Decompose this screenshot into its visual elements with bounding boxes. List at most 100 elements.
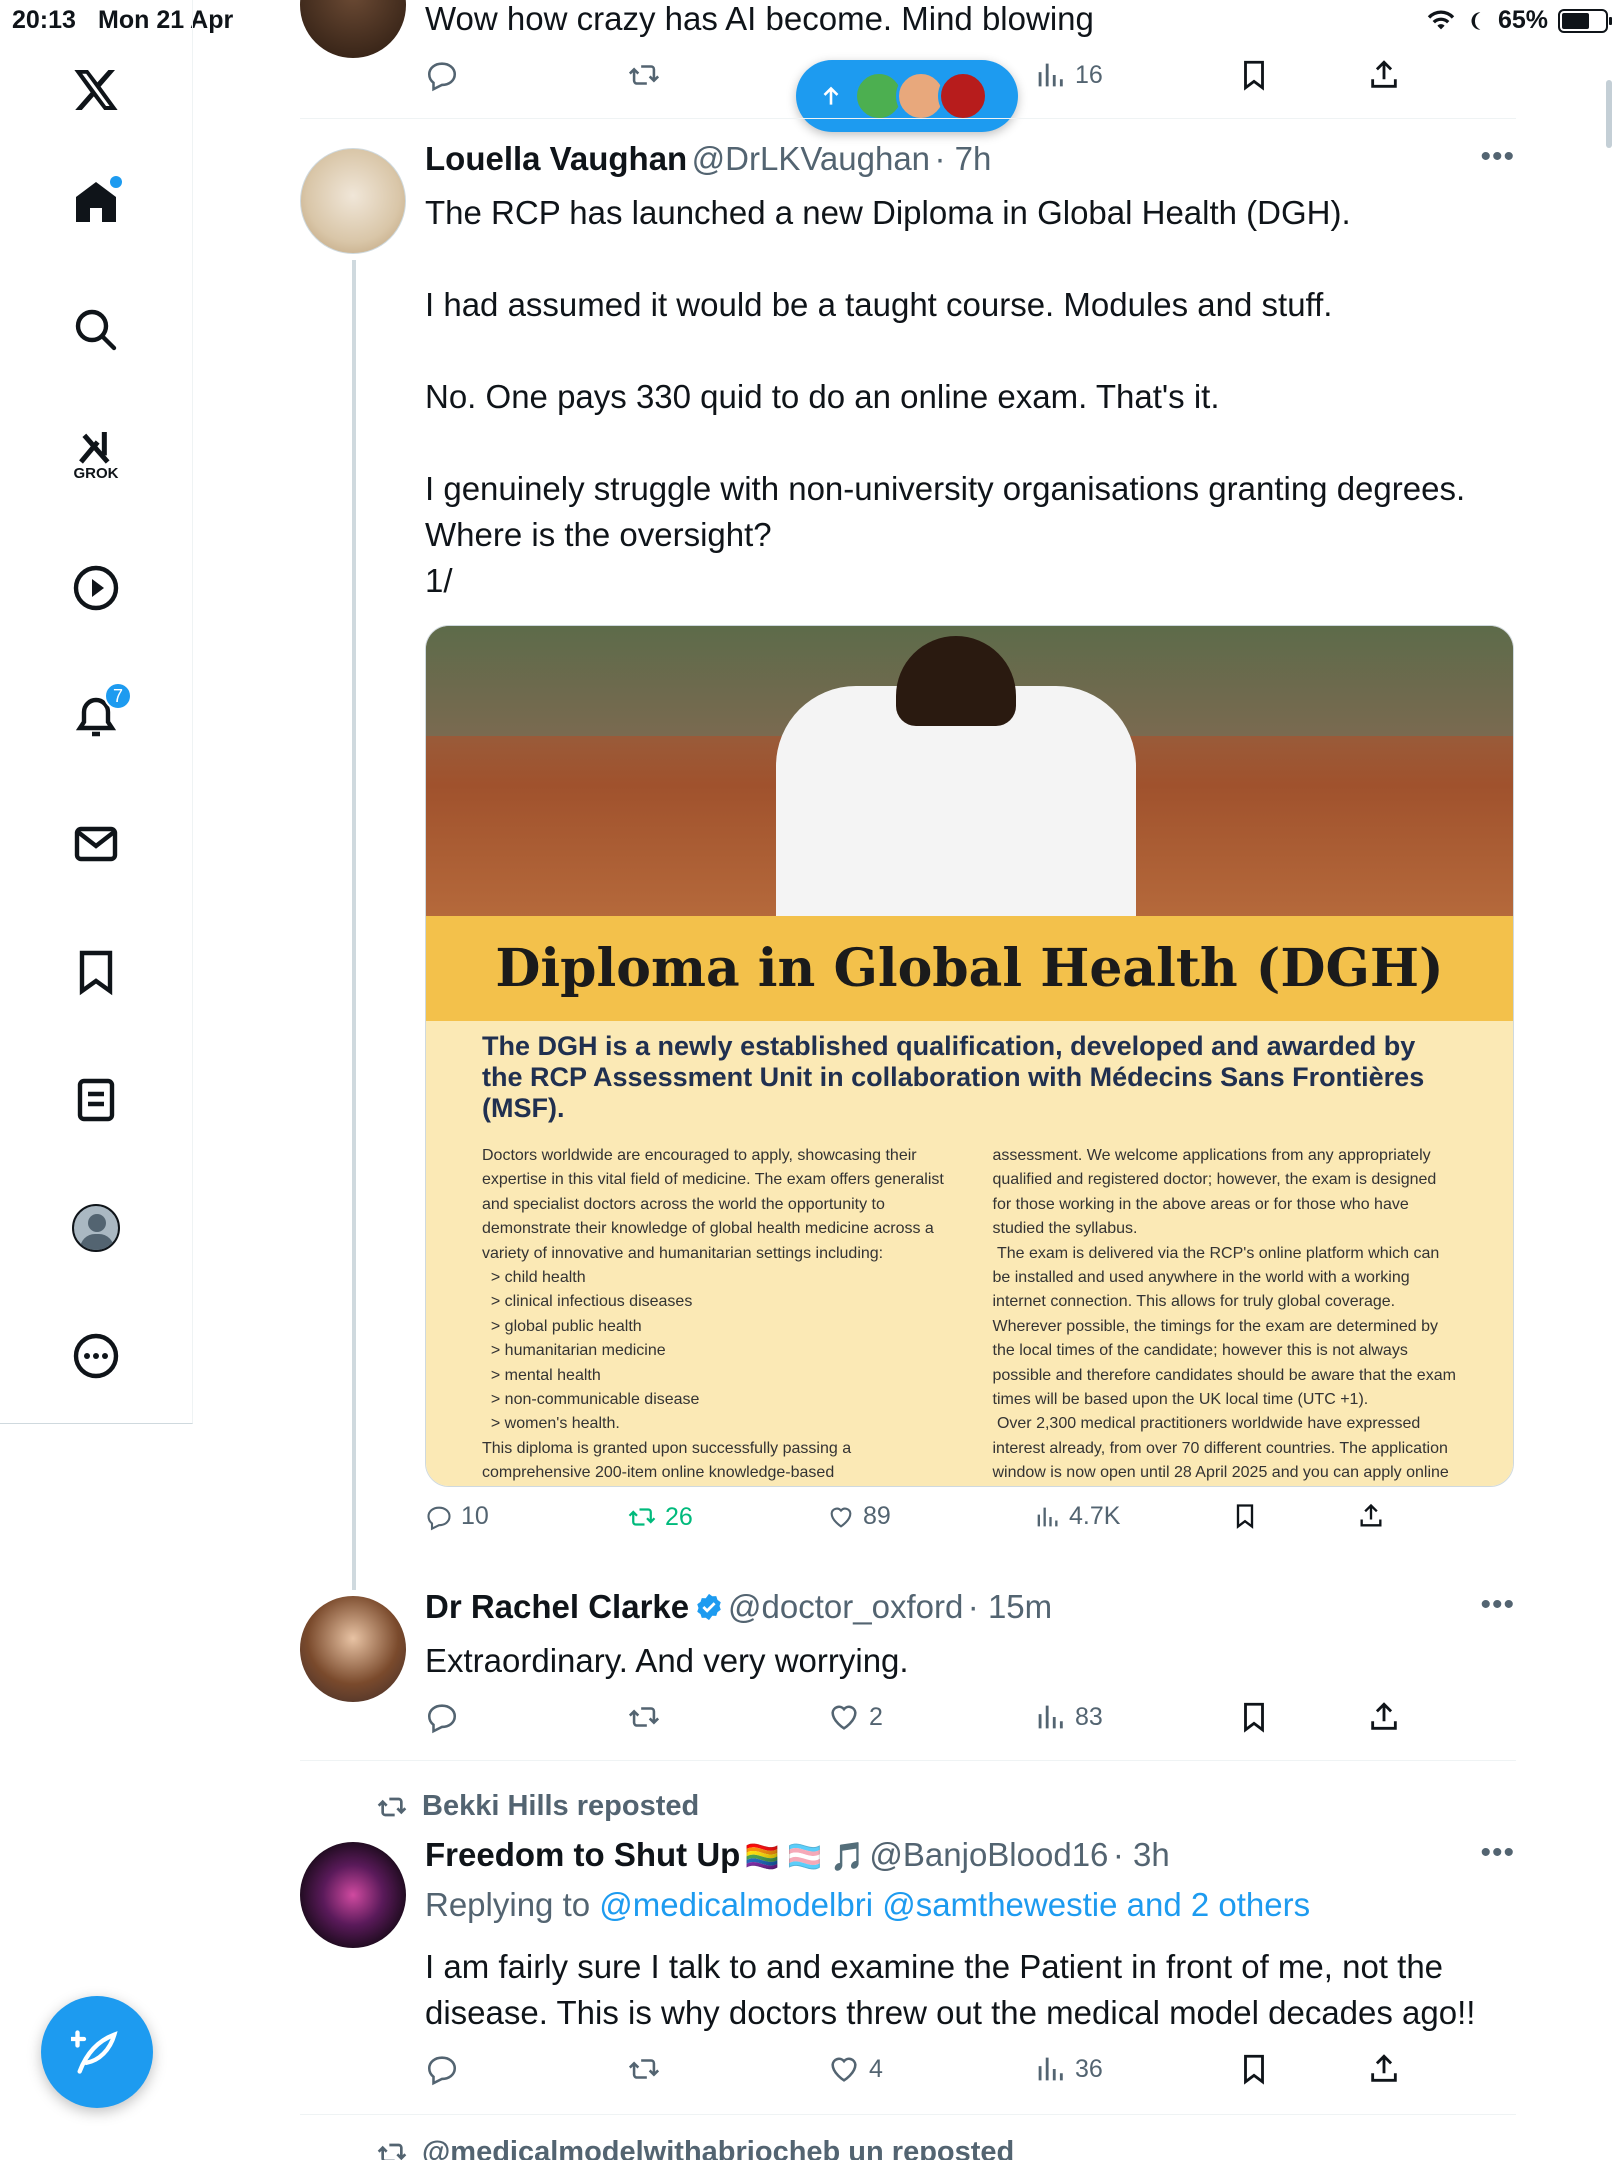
search-icon[interactable] bbox=[56, 290, 136, 370]
tweet1-views-button[interactable]: 4.7K bbox=[1033, 1502, 1120, 1531]
prev-views-button[interactable]: 16 bbox=[1033, 58, 1103, 92]
tweet1-reply-count: 10 bbox=[461, 1502, 489, 1530]
grok-label: GROK bbox=[73, 464, 119, 482]
reply-icon bbox=[427, 2056, 457, 2086]
tweet2-views-count: 83 bbox=[1075, 1702, 1103, 1731]
profile-avatar-icon[interactable] bbox=[56, 1188, 136, 1268]
new-posts-pill[interactable] bbox=[796, 60, 1018, 132]
repost-icon bbox=[377, 1797, 407, 1816]
dgh-title: Diploma in Global Health (DGH) bbox=[495, 938, 1444, 999]
tweet2-like-button[interactable]: 2 bbox=[827, 1700, 883, 1734]
tweet2-more-icon[interactable]: ••• bbox=[1480, 1588, 1515, 1622]
x-logo-icon[interactable] bbox=[56, 50, 136, 130]
next-repost-context[interactable]: @medicalmodelwithabriocheb un reposted bbox=[376, 2136, 1014, 2160]
tweet3-replying-handles[interactable]: @medicalmodelbri @samthewestie and 2 oth… bbox=[599, 1886, 1310, 1923]
tweet1-name[interactable]: Louella Vaughan bbox=[425, 140, 687, 177]
thread-line bbox=[352, 260, 356, 1590]
freedom-to-shut-up-avatar[interactable] bbox=[300, 1842, 406, 1948]
share-icon bbox=[1360, 1503, 1382, 1527]
tweet3-bookmark-button[interactable] bbox=[1237, 2052, 1271, 2086]
tweet1-share-button[interactable] bbox=[1357, 1502, 1385, 1530]
louella-vaughan-avatar[interactable] bbox=[300, 148, 406, 254]
prev-share-button[interactable] bbox=[1367, 58, 1401, 92]
scrollbar[interactable] bbox=[1606, 80, 1612, 148]
tweet2-reply-button[interactable] bbox=[425, 1700, 459, 1734]
divider bbox=[300, 118, 1516, 119]
compose-post-button[interactable] bbox=[41, 1996, 153, 2108]
tweet3-repost-label: Bekki Hills reposted bbox=[422, 1790, 700, 1822]
video-play-icon[interactable] bbox=[56, 548, 136, 628]
tweet2-header: Dr Rachel Clarke @doctor_oxford · 15m ••… bbox=[425, 1588, 1515, 1626]
tweet3-name[interactable]: Freedom to Shut Up bbox=[425, 1836, 740, 1873]
compose-feather-icon bbox=[71, 2030, 118, 2074]
tweet2-name[interactable]: Dr Rachel Clarke bbox=[425, 1588, 689, 1625]
views-chart-icon bbox=[1037, 1507, 1058, 1526]
arrow-up-icon bbox=[823, 86, 839, 105]
prev-tweet-text: Wow how crazy has AI become. Mind blowin… bbox=[425, 0, 1094, 37]
tweet1-repost-count: 26 bbox=[665, 1502, 693, 1531]
tweet1-handle[interactable]: @DrLKVaughan bbox=[692, 140, 930, 177]
prev-views-count: 16 bbox=[1075, 60, 1103, 89]
tweet3-views-button[interactable]: 36 bbox=[1033, 2052, 1103, 2086]
tweet3-time[interactable]: · 3h bbox=[1113, 1836, 1170, 1873]
tweet3-text: I am fairly sure I talk to and examine t… bbox=[425, 1948, 1476, 2031]
tweet1-time[interactable]: · 7h bbox=[935, 140, 992, 177]
notifications-bell-icon[interactable]: 7 bbox=[56, 676, 136, 756]
divider bbox=[300, 1760, 1516, 1761]
tweet1-reply-button[interactable]: 10 bbox=[425, 1502, 489, 1531]
wifi-icon bbox=[1427, 9, 1455, 29]
verified-badge-icon bbox=[696, 1593, 721, 1621]
dgh-photo bbox=[426, 626, 1513, 986]
tweet3-share-button[interactable] bbox=[1367, 2052, 1401, 2086]
rachel-clarke-avatar[interactable] bbox=[300, 1596, 406, 1702]
share-icon bbox=[1371, 1702, 1397, 1730]
notifications-badge: 7 bbox=[104, 682, 132, 710]
heart-icon bbox=[831, 1705, 857, 1730]
bookmark-icon bbox=[1244, 1702, 1264, 1733]
tweet3-repost-context[interactable]: Bekki Hills reposted bbox=[376, 1790, 699, 1823]
messages-envelope-icon[interactable] bbox=[56, 804, 136, 884]
repost-icon bbox=[628, 1508, 656, 1526]
tweet3-like-button[interactable]: 4 bbox=[827, 2052, 883, 2086]
prev-repost-button[interactable] bbox=[627, 58, 661, 92]
home-icon[interactable] bbox=[56, 162, 136, 242]
reply-icon bbox=[427, 62, 457, 92]
tweet1-like-button[interactable]: 89 bbox=[827, 1502, 891, 1531]
tweet2-handle[interactable]: @doctor_oxford bbox=[728, 1588, 963, 1625]
tweet2-text: Extraordinary. And very worrying. bbox=[425, 1642, 909, 1679]
tweet1-repost-button[interactable]: 26 bbox=[627, 1502, 693, 1532]
tweet2-bookmark-button[interactable] bbox=[1237, 1700, 1271, 1734]
bookmarks-icon[interactable] bbox=[56, 932, 136, 1012]
tweet1-header: Louella Vaughan @DrLKVaughan · 7h ••• bbox=[425, 140, 1515, 178]
tweet1-bookmark-button[interactable] bbox=[1231, 1502, 1259, 1530]
tweet3-handle[interactable]: @BanjoBlood16 bbox=[869, 1836, 1108, 1873]
tweet3-reply-button[interactable] bbox=[425, 2052, 459, 2086]
tweet1-media-card[interactable]: Diploma in Global Health (DGH) The DGH i… bbox=[425, 625, 1514, 1487]
grok-icon[interactable]: GROK bbox=[56, 414, 136, 494]
more-circle-icon[interactable] bbox=[56, 1316, 136, 1396]
tweet3-repost-button[interactable] bbox=[627, 2052, 661, 2086]
views-chart-icon bbox=[1038, 2057, 1063, 2081]
lists-icon[interactable] bbox=[56, 1060, 136, 1140]
tweet3-replying-prefix: Replying to bbox=[425, 1886, 600, 1923]
divider bbox=[300, 2114, 1516, 2115]
reply-icon bbox=[427, 1704, 457, 1734]
tweet3-more-icon[interactable]: ••• bbox=[1480, 1836, 1515, 1870]
prev-tweet-avatar[interactable] bbox=[300, 0, 406, 58]
tweet1-actions: 10 26 89 4.7K bbox=[425, 1502, 1425, 1542]
heart-icon bbox=[830, 1507, 852, 1528]
tweet2-time[interactable]: · 15m bbox=[968, 1588, 1052, 1625]
tweet2-views-button[interactable]: 83 bbox=[1033, 1700, 1103, 1734]
tweet2-share-button[interactable] bbox=[1367, 1700, 1401, 1734]
tweet3-header: Freedom to Shut Up 🏳️‍🌈 🏳️‍⚧️ 🎵 @BanjoBl… bbox=[425, 1836, 1515, 1874]
prev-bookmark-button[interactable] bbox=[1237, 58, 1271, 92]
heart-icon bbox=[831, 2057, 857, 2082]
prev-reply-button[interactable] bbox=[425, 58, 459, 92]
tweet2-actions: 2 83 bbox=[425, 1700, 1425, 1740]
share-icon bbox=[1371, 60, 1397, 88]
tweet2-repost-button[interactable] bbox=[627, 1700, 661, 1734]
battery-percent: 65% bbox=[1497, 6, 1548, 34]
views-chart-icon bbox=[1038, 63, 1063, 87]
tweet1-more-icon[interactable]: ••• bbox=[1480, 140, 1515, 174]
left-nav: GROK 7 bbox=[0, 0, 193, 1424]
